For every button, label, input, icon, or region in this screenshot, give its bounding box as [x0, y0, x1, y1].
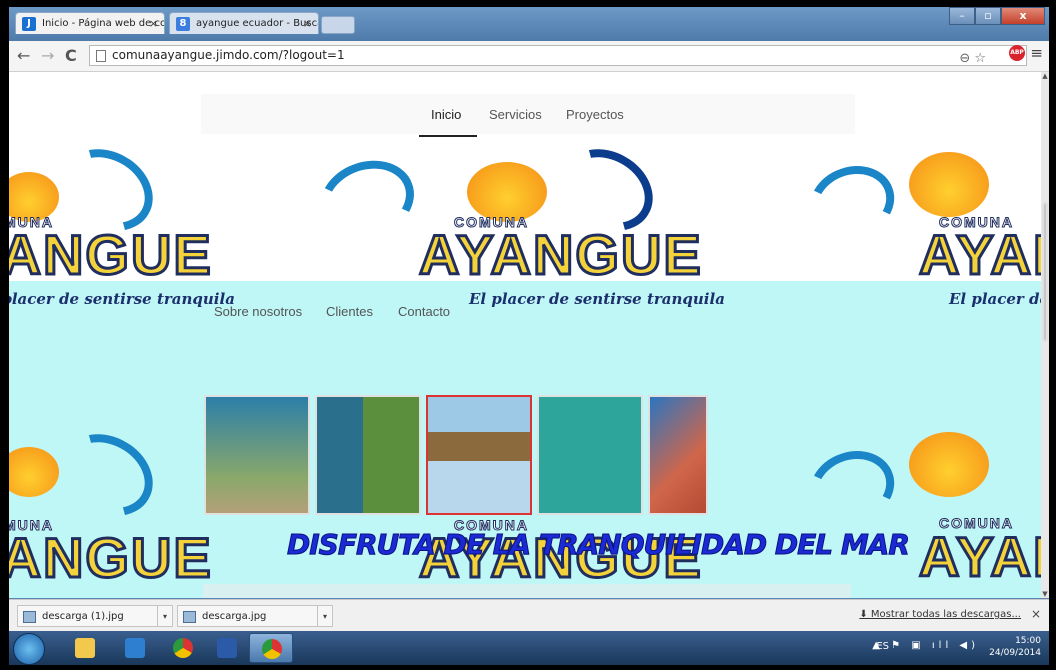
adblock-icon[interactable]: ABP — [1009, 45, 1025, 61]
download-filename: descarga.jpg — [202, 611, 267, 622]
ayangue-text: AYANGUE — [918, 222, 1041, 288]
tab-title: ayangue ecuador - Buscar — [196, 18, 319, 29]
title-bar: J Inicio - Página web de cor × 8 ayangue… — [9, 7, 1049, 41]
ayangue-text: AYANGUE — [9, 525, 213, 591]
scrollbar-thumb[interactable] — [1042, 202, 1048, 342]
downloads-bar: descarga (1).jpg ▾ descarga.jpg ▾ ⬇ Most… — [9, 599, 1049, 632]
zoom-and-star-icons[interactable]: ⊖ ☆ — [959, 49, 986, 68]
back-arrow-icon[interactable]: ← — [17, 46, 30, 66]
wave-icon — [799, 154, 905, 251]
taskbar-word[interactable] — [205, 633, 249, 663]
clock[interactable]: 15:00 24/09/2014 — [989, 635, 1041, 659]
start-button[interactable] — [13, 633, 45, 665]
page-icon — [96, 50, 106, 62]
nav-proyectos[interactable]: Proyectos — [566, 107, 624, 122]
gallery-image-turtle[interactable] — [204, 395, 310, 515]
gallery-image-beach[interactable] — [648, 395, 708, 515]
forward-arrow-icon[interactable]: → — [41, 46, 54, 66]
gallery-image-coast[interactable] — [426, 395, 532, 515]
scroll-up-icon[interactable]: ▲ — [1041, 72, 1049, 80]
windows-taskbar: ES ▲ ⚑ ▣ ıll ◀) 15:00 24/09/2014 — [9, 631, 1049, 665]
clock-time: 15:00 — [1015, 636, 1041, 646]
word-icon — [217, 638, 237, 658]
sun-icon — [9, 447, 59, 497]
ayangue-text: AYANGUE — [918, 524, 1041, 590]
logo-tagline: El placer de sentirse tranquila — [469, 290, 725, 308]
show-all-downloads-link[interactable]: ⬇ Mostrar todas las descargas... — [859, 609, 1021, 620]
nav-contacto[interactable]: Contacto — [398, 304, 450, 319]
logo-right-top: COMUNA AYANGUE El placer de sentirse tra… — [799, 122, 1041, 308]
image-file-icon — [183, 611, 196, 623]
nav-clientes[interactable]: Clientes — [326, 304, 373, 319]
chevron-down-icon[interactable]: ▾ — [157, 606, 172, 626]
sun-icon — [909, 152, 989, 217]
browser-window: J Inicio - Página web de cor × 8 ayangue… — [9, 7, 1049, 665]
nav-sobre-nosotros[interactable]: Sobre nosotros — [214, 304, 302, 319]
tab-close-icon[interactable]: × — [149, 13, 158, 34]
download-filename: descarga (1).jpg — [42, 611, 124, 622]
tab-close-icon[interactable]: × — [303, 13, 312, 34]
system-tray-icons[interactable]: ▲ ⚑ ▣ ıll ◀) — [872, 640, 979, 651]
wave-icon — [799, 439, 905, 536]
sun-icon — [909, 432, 989, 497]
maximize-button[interactable]: ▫ — [975, 7, 1001, 25]
close-downloads-icon[interactable]: × — [1031, 607, 1041, 621]
show-all-label: Mostrar todas las descargas... — [870, 609, 1021, 620]
jimdo-favicon-icon: J — [22, 17, 36, 31]
logo-left-top: COMUNA AYANGUE El placer de sentirse tra… — [9, 132, 269, 308]
logo-center-top: COMUNA AYANGUE El placer de sentirse tra… — [308, 132, 729, 308]
gallery-image-manta-ray[interactable] — [537, 395, 643, 515]
close-button[interactable]: x — [1001, 7, 1045, 25]
media-player-icon — [125, 638, 145, 658]
image-file-icon — [23, 611, 36, 623]
ayangue-text: AYANGUE — [418, 222, 703, 288]
menu-icon[interactable]: ≡ — [1030, 44, 1043, 62]
page-scrollbar[interactable]: ▲ ▼ — [1041, 72, 1049, 598]
ayangue-text: AYANGUE — [9, 222, 213, 288]
taskbar-explorer[interactable] — [63, 633, 107, 663]
gallery-image-diver[interactable] — [315, 395, 421, 515]
content-box — [203, 584, 851, 598]
browser-toolbar: ← → C comunaayangue.jimdo.com/?logout=1 … — [9, 41, 1049, 72]
new-tab-button[interactable] — [321, 16, 355, 34]
url-text: comunaayangue.jimdo.com/?logout=1 — [112, 48, 345, 62]
taskbar-chrome[interactable] — [161, 633, 205, 663]
clock-date: 24/09/2014 — [989, 648, 1041, 658]
chrome-icon — [173, 638, 193, 658]
logo-tagline: El placer de sentirse tranquila — [949, 290, 1041, 308]
logo-tagline: El placer de sentirse tranquila — [9, 290, 235, 308]
sun-icon — [467, 162, 547, 222]
active-nav-indicator — [419, 135, 477, 137]
download-item[interactable]: descarga (1).jpg ▾ — [17, 605, 173, 627]
nav-inicio[interactable]: Inicio — [431, 107, 461, 122]
banner-text: DISFRUTA DE LA TRANQUILIDAD DEL MAR — [287, 528, 911, 562]
address-bar[interactable]: comunaayangue.jimdo.com/?logout=1 ⊖ ☆ — [89, 45, 1027, 66]
wave-icon — [308, 147, 426, 253]
chevron-down-icon[interactable]: ▾ — [317, 606, 332, 626]
tab-google-search[interactable]: 8 ayangue ecuador - Buscar × — [169, 12, 319, 34]
window-controls: – ▫ x — [949, 7, 1045, 25]
tab-inicio[interactable]: J Inicio - Página web de cor × — [15, 12, 165, 34]
tab-title: Inicio - Página web de cor — [42, 18, 165, 29]
taskbar-media-player[interactable] — [113, 633, 157, 663]
chrome-icon — [262, 639, 282, 659]
scroll-down-icon[interactable]: ▼ — [1041, 590, 1049, 598]
reload-icon[interactable]: C — [65, 46, 77, 66]
web-page: COMUNA AYANGUE El placer de sentirse tra… — [9, 72, 1041, 598]
taskbar-chrome-active[interactable] — [249, 633, 293, 663]
download-item[interactable]: descarga.jpg ▾ — [177, 605, 333, 627]
folder-icon — [75, 638, 95, 658]
nav-servicios[interactable]: Servicios — [489, 107, 542, 122]
logo-right-bottom: COMUNA AYANGUE — [799, 412, 1041, 598]
google-favicon-icon: 8 — [176, 17, 190, 31]
minimize-button[interactable]: – — [949, 7, 975, 25]
